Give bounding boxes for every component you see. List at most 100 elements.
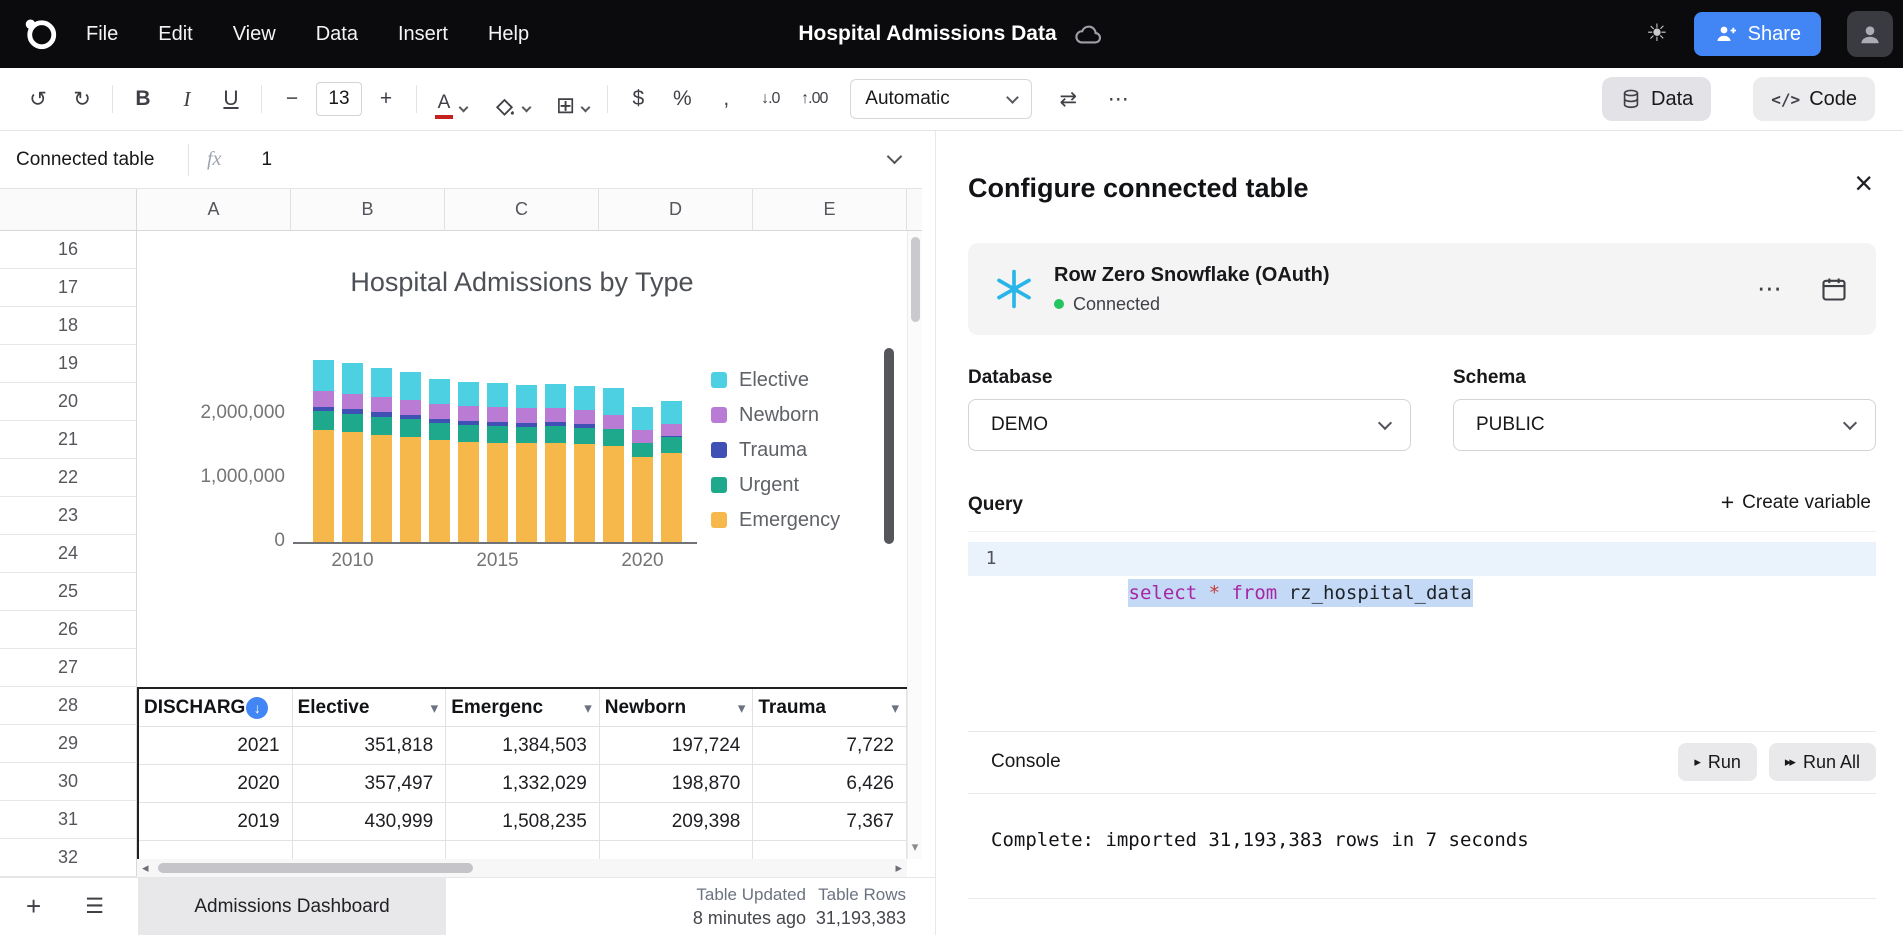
comma-format-button[interactable]: , bbox=[708, 79, 744, 119]
currency-format-button[interactable]: $ bbox=[620, 79, 656, 119]
row-header-20[interactable]: 20 bbox=[0, 383, 137, 421]
legend-item-elective[interactable]: Elective bbox=[711, 369, 840, 391]
italic-button[interactable]: I bbox=[169, 79, 205, 119]
scroll-right-icon[interactable]: ▸ bbox=[895, 860, 902, 876]
filter-chevron-icon[interactable]: ▾ bbox=[738, 699, 746, 717]
swap-columns-button[interactable]: ⇄ bbox=[1050, 79, 1086, 119]
borders-button[interactable]: ⊞ bbox=[550, 79, 595, 119]
vertical-scrollbar-thumb[interactable] bbox=[911, 237, 920, 322]
increase-decimal-button[interactable]: ↑.00 bbox=[796, 79, 832, 119]
connector-menu-icon[interactable]: ⋯ bbox=[1757, 274, 1784, 304]
table-header-emergenc[interactable]: Emergenc▾ bbox=[446, 689, 600, 727]
table-cell[interactable]: 7,367 bbox=[753, 803, 907, 841]
horizontal-scrollbar-thumb[interactable] bbox=[158, 863, 473, 873]
row-header-18[interactable]: 18 bbox=[0, 307, 137, 345]
query-text[interactable]: select * from rz_hospital_data bbox=[1036, 542, 1473, 576]
row-header-32[interactable]: 32 bbox=[0, 839, 137, 877]
row-header-24[interactable]: 24 bbox=[0, 535, 137, 573]
row-header-25[interactable]: 25 bbox=[0, 573, 137, 611]
vertical-scrollbar[interactable]: ▾ bbox=[907, 231, 922, 859]
row-header-31[interactable]: 31 bbox=[0, 801, 137, 839]
row-header-21[interactable]: 21 bbox=[0, 421, 137, 459]
sort-desc-icon[interactable]: ↓ bbox=[246, 697, 268, 719]
undo-button[interactable]: ↺ bbox=[20, 79, 56, 119]
connected-table[interactable]: DISCHARG↓Elective▾Emergenc▾Newborn▾Traum… bbox=[137, 687, 907, 877]
decrease-decimal-button[interactable]: ↓.0 bbox=[752, 79, 788, 119]
row-header-17[interactable]: 17 bbox=[0, 269, 137, 307]
table-cell[interactable]: 1,508,235 bbox=[446, 803, 600, 841]
create-variable-button[interactable]: + Create variable bbox=[1721, 491, 1871, 514]
schema-select[interactable]: PUBLIC bbox=[1453, 399, 1876, 451]
table-header-discharg[interactable]: DISCHARG↓ bbox=[139, 689, 293, 727]
row-header-29[interactable]: 29 bbox=[0, 725, 137, 763]
chart-scrollbar-thumb[interactable] bbox=[884, 348, 894, 544]
column-header-e[interactable]: E bbox=[753, 189, 907, 231]
table-cell[interactable]: 2020 bbox=[139, 765, 293, 803]
legend-item-emergency[interactable]: Emergency bbox=[711, 509, 840, 531]
filter-chevron-icon[interactable]: ▾ bbox=[584, 699, 592, 717]
percent-format-button[interactable]: % bbox=[664, 79, 700, 119]
formula-input[interactable]: 1 bbox=[261, 149, 272, 171]
row-header-27[interactable]: 27 bbox=[0, 649, 137, 687]
theme-toggle-icon[interactable]: ☀ bbox=[1646, 22, 1668, 46]
scroll-down-icon[interactable]: ▾ bbox=[908, 839, 922, 855]
menu-view[interactable]: View bbox=[233, 23, 276, 46]
share-button[interactable]: Share bbox=[1694, 12, 1821, 56]
legend-item-newborn[interactable]: Newborn bbox=[711, 404, 840, 426]
table-header-newborn[interactable]: Newborn▾ bbox=[600, 689, 754, 727]
row-header-19[interactable]: 19 bbox=[0, 345, 137, 383]
fill-color-button[interactable] bbox=[487, 79, 536, 119]
sheet-list-button[interactable]: ☰ bbox=[85, 894, 104, 919]
table-cell[interactable]: 357,497 bbox=[293, 765, 447, 803]
table-cell[interactable]: 7,722 bbox=[753, 727, 907, 765]
query-editor[interactable]: 1 select * from rz_hospital_data bbox=[968, 531, 1876, 731]
bold-button[interactable]: B bbox=[125, 79, 161, 119]
table-cell[interactable]: 2019 bbox=[139, 803, 293, 841]
redo-button[interactable]: ↻ bbox=[64, 79, 100, 119]
column-header-c[interactable]: C bbox=[445, 189, 599, 231]
scroll-left-icon[interactable]: ◂ bbox=[142, 860, 149, 876]
table-cell[interactable]: 209,398 bbox=[600, 803, 754, 841]
table-header-elective[interactable]: Elective▾ bbox=[293, 689, 447, 727]
table-cell[interactable]: 6,426 bbox=[753, 765, 907, 803]
menu-help[interactable]: Help bbox=[488, 23, 529, 46]
row-header-16[interactable]: 16 bbox=[0, 231, 137, 269]
row-header-28[interactable]: 28 bbox=[0, 687, 137, 725]
close-panel-icon[interactable]: × bbox=[1854, 167, 1873, 199]
table-header-trauma[interactable]: Trauma▾ bbox=[753, 689, 907, 727]
column-header-a[interactable]: A bbox=[137, 189, 291, 231]
column-header-b[interactable]: B bbox=[291, 189, 445, 231]
code-panel-button[interactable]: </> Code bbox=[1753, 77, 1875, 121]
account-avatar[interactable] bbox=[1847, 11, 1893, 57]
legend-item-trauma[interactable]: Trauma bbox=[711, 439, 840, 461]
menu-file[interactable]: File bbox=[86, 23, 118, 46]
app-logo-icon[interactable] bbox=[22, 15, 60, 53]
more-options-button[interactable]: ⋯ bbox=[1100, 79, 1136, 119]
menu-edit[interactable]: Edit bbox=[158, 23, 192, 46]
row-header-26[interactable]: 26 bbox=[0, 611, 137, 649]
table-cell[interactable]: 351,818 bbox=[293, 727, 447, 765]
text-color-button[interactable]: A bbox=[429, 79, 473, 119]
select-all-corner[interactable] bbox=[0, 189, 137, 231]
run-all-button[interactable]: ▸▸ Run All bbox=[1769, 743, 1876, 781]
table-cell[interactable]: 2021 bbox=[139, 727, 293, 765]
column-header-d[interactable]: D bbox=[599, 189, 753, 231]
table-cell[interactable]: 197,724 bbox=[600, 727, 754, 765]
underline-button[interactable]: U bbox=[213, 79, 249, 119]
table-cell[interactable]: 430,999 bbox=[293, 803, 447, 841]
run-button[interactable]: ▸ Run bbox=[1678, 743, 1757, 781]
formula-expand-chevron-icon[interactable] bbox=[887, 149, 903, 165]
database-select[interactable]: DEMO bbox=[968, 399, 1411, 451]
row-header-22[interactable]: 22 bbox=[0, 459, 137, 497]
filter-chevron-icon[interactable]: ▾ bbox=[891, 699, 899, 717]
sheet-tab-admissions-dashboard[interactable]: Admissions Dashboard bbox=[138, 878, 446, 935]
font-size-input[interactable]: 13 bbox=[316, 82, 362, 116]
horizontal-scrollbar[interactable]: ◂ ▸ bbox=[137, 859, 907, 877]
legend-item-urgent[interactable]: Urgent bbox=[711, 474, 840, 496]
number-format-select[interactable]: Automatic bbox=[850, 79, 1032, 119]
filter-chevron-icon[interactable]: ▾ bbox=[431, 699, 439, 717]
decrease-font-button[interactable]: − bbox=[274, 79, 310, 119]
table-cell[interactable]: 198,870 bbox=[600, 765, 754, 803]
name-box[interactable]: Connected table bbox=[16, 149, 188, 171]
table-cell[interactable]: 1,332,029 bbox=[446, 765, 600, 803]
